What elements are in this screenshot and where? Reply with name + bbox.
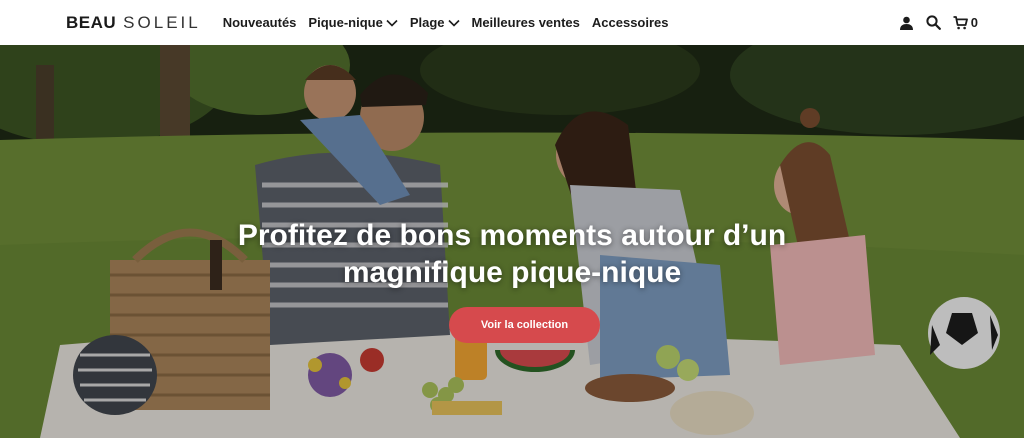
nav-item-label: Nouveautés (222, 15, 297, 30)
chevron-down-icon (447, 19, 460, 27)
nav-item-accessoires[interactable]: Accessoires (592, 15, 669, 30)
hero-title-line-2: magnifique pique-nique (342, 256, 682, 289)
nav-item-nouveautes[interactable]: Nouveautés (223, 15, 297, 30)
header-icons: 0 (899, 15, 978, 30)
nav-item-label: Accessoires (591, 15, 669, 30)
nav-item-label: Pique-nique (308, 15, 383, 30)
main-nav: Nouveautés Pique-nique Plage Meilleures … (223, 15, 681, 30)
nav-item-label: Plage (409, 15, 445, 30)
user-icon[interactable] (899, 16, 914, 30)
cart-icon (953, 15, 968, 29)
cart-button[interactable]: 0 (953, 15, 978, 30)
nav-item-meilleures-ventes[interactable]: Meilleures ventes (472, 15, 580, 30)
search-icon[interactable] (926, 15, 941, 30)
chevron-down-icon (386, 19, 398, 27)
hero-title: Profitez de bons moments autour d’un mag… (0, 217, 1024, 291)
hero-title-line-1: Profitez de bons moments autour d’un (237, 219, 787, 252)
brand-logo[interactable]: BEAU SOLEIL (66, 13, 201, 33)
brand-name-bold: BEAU (66, 12, 117, 32)
site-header: BEAU SOLEIL Nouveautés Pique-nique Plage… (0, 0, 1024, 45)
nav-item-label: Meilleures ventes (471, 15, 580, 30)
brand-name-light: SOLEIL (123, 12, 201, 32)
nav-item-plage[interactable]: Plage (410, 15, 460, 30)
nav-item-pique-nique[interactable]: Pique-nique (308, 15, 398, 30)
view-collection-button[interactable]: Voir la collection (449, 307, 600, 343)
hero-banner: Profitez de bons moments autour d’un mag… (0, 45, 1024, 438)
cart-count: 0 (970, 15, 978, 30)
